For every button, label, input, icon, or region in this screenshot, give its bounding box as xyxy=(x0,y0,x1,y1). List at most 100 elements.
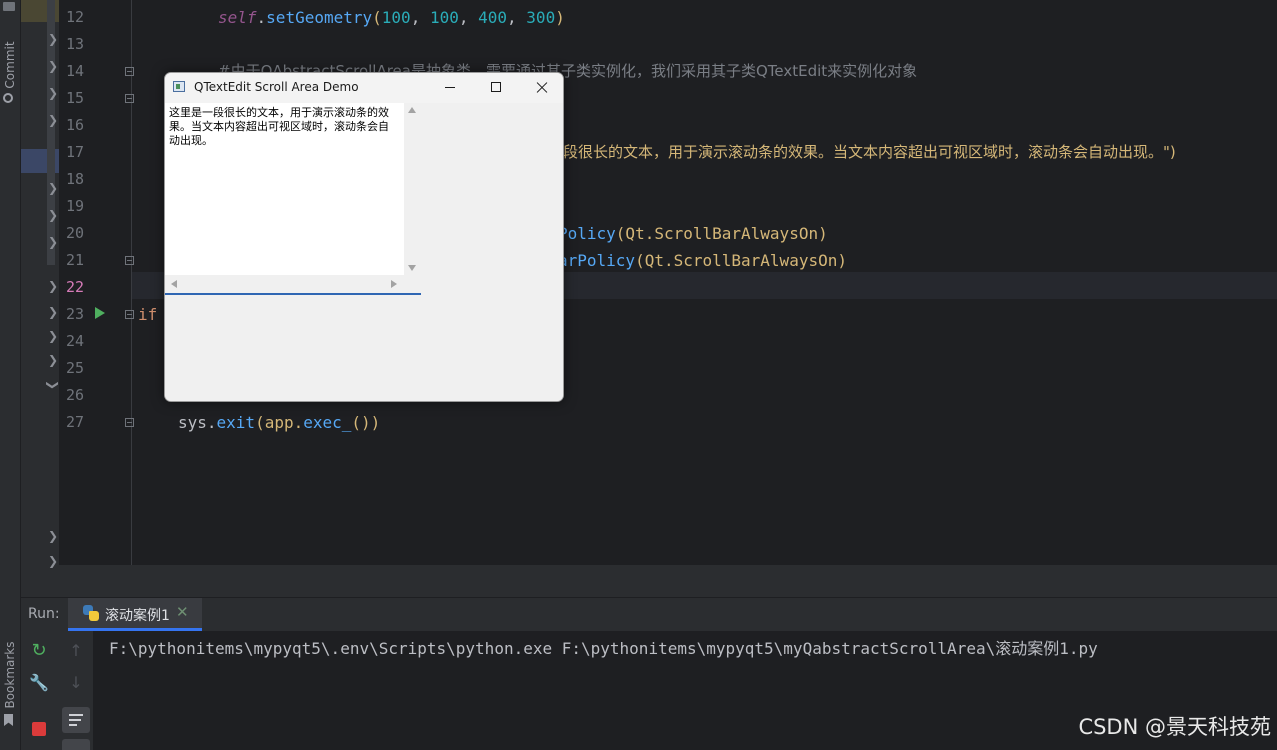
line-number: 27 xyxy=(65,413,84,431)
soft-wrap-icon[interactable] xyxy=(62,707,90,733)
text-edit[interactable]: 这里是一段很长的文本，用于演示滚动条的效果。当文本内容超出可视区域时，滚动条会自… xyxy=(165,103,421,295)
editor-horizontal-scrollbar[interactable] xyxy=(59,565,1277,572)
code-token: arPolicy xyxy=(558,251,636,270)
line-number: 12 xyxy=(65,8,84,26)
window-title: QTextEdit Scroll Area Demo xyxy=(194,80,359,94)
run-label: Run: xyxy=(28,606,60,622)
tree-chevron-right-icon[interactable]: ❯ xyxy=(48,182,58,194)
line-number: 25 xyxy=(65,359,84,377)
arrow-up-icon[interactable]: ↑ xyxy=(66,641,86,661)
commit-label: Commit xyxy=(3,41,17,89)
code-line-12: self.setGeometry(100, 100, 400, 300) xyxy=(218,4,565,31)
left-tool-strip: Commit Bookmarks xyxy=(0,0,21,750)
code-line-17-string: 段很长的文本，用于演示滚动条的效果。当文本内容超出可视区域时，滚动条会自动出现。… xyxy=(563,143,1176,161)
code-line-27: sys.exit(app.exec_()) xyxy=(178,409,380,436)
code-token: (Qt.ScrollBarAlwaysOn) xyxy=(615,224,828,243)
tree-chevron-right-icon[interactable]: ❯ xyxy=(48,87,58,99)
code-token: setGeometry xyxy=(266,8,373,27)
python-icon xyxy=(83,605,99,621)
code-token: self xyxy=(218,8,257,27)
code-token: (Qt.ScrollBarAlwaysOn) xyxy=(635,251,847,270)
stop-icon[interactable] xyxy=(32,722,46,736)
code-token: ( xyxy=(372,8,382,27)
window-client-area: 这里是一段很长的文本，用于演示滚动条的效果。当文本内容超出可视区域时，滚动条会自… xyxy=(165,103,563,401)
code-token: 100 xyxy=(429,8,459,27)
maximize-icon[interactable] xyxy=(473,73,519,103)
line-number: 13 xyxy=(65,35,84,53)
tree-chevron-right-icon[interactable]: ❯ xyxy=(48,114,58,126)
line-number: 21 xyxy=(65,251,84,269)
commit-icon[interactable] xyxy=(3,93,13,103)
editor-gutter: 12 13 14 15 16 17 18 19 20 21 22 23 24 2… xyxy=(59,0,134,572)
tree-chevron-right-icon[interactable]: ❯ xyxy=(48,555,58,567)
fold-marker-icon[interactable] xyxy=(125,418,134,427)
tree-chevron-right-icon[interactable]: ❯ xyxy=(48,330,58,342)
code-token: exit xyxy=(216,413,256,432)
bookmark-icon[interactable] xyxy=(4,714,13,726)
code-token: ) xyxy=(555,8,565,27)
line-number: 18 xyxy=(65,170,84,188)
line-number-current: 22 xyxy=(65,278,84,296)
line-number: 26 xyxy=(65,386,84,404)
close-tab-icon[interactable]: ✕ xyxy=(176,603,189,621)
line-number: 19 xyxy=(65,197,84,215)
tree-chevron-down-icon[interactable]: ❯ xyxy=(46,380,60,390)
scroll-down-arrow-icon[interactable] xyxy=(408,265,416,271)
rerun-icon[interactable]: ↻ xyxy=(29,641,49,661)
scroll-up-arrow-icon[interactable] xyxy=(408,107,416,113)
tree-chevron-right-icon[interactable]: ❯ xyxy=(48,306,58,318)
tree-chevron-right-icon[interactable]: ❯ xyxy=(48,33,58,45)
tree-chevron-right-icon[interactable]: ❯ xyxy=(48,236,58,248)
line-number: 14 xyxy=(65,62,84,80)
code-token: , xyxy=(458,8,479,27)
code-token: exec_ xyxy=(303,413,352,432)
close-icon[interactable] xyxy=(519,73,563,103)
line-number: 24 xyxy=(65,332,84,350)
tree-chevron-right-icon[interactable]: ❯ xyxy=(48,354,58,366)
tree-chevron-right-icon[interactable]: ❯ xyxy=(48,530,58,542)
tree-chevron-right-icon[interactable]: ❯ xyxy=(48,280,58,292)
run-toolbar: ↻ ↑ 🔧 ↓ xyxy=(21,631,93,750)
run-gutter-icon[interactable] xyxy=(95,307,105,319)
tree-chevron-right-icon[interactable]: ❯ xyxy=(48,209,58,221)
fold-marker-icon[interactable] xyxy=(125,67,134,76)
scroll-right-arrow-icon[interactable] xyxy=(391,280,397,288)
code-token: 400 xyxy=(478,8,508,27)
bookmarks-tool-tab[interactable]: Bookmarks xyxy=(0,640,20,710)
code-line-20: Policy(Qt.ScrollBarAlwaysOn) xyxy=(558,220,828,247)
text-edit-content[interactable]: 这里是一段很长的文本，用于演示滚动条的效果。当文本内容超出可视区域时，滚动条会自… xyxy=(169,106,399,148)
code-token: Policy xyxy=(558,224,616,243)
code-token: sys. xyxy=(178,413,217,432)
csdn-watermark: CSDN @景天科技苑 xyxy=(1078,715,1271,739)
fold-marker-icon[interactable] xyxy=(125,310,134,319)
code-token: , xyxy=(410,8,430,27)
code-token: . xyxy=(256,8,267,27)
commit-tool-tab[interactable]: Commit xyxy=(0,36,20,96)
project-icon[interactable] xyxy=(3,2,15,11)
line-number: 16 xyxy=(65,116,84,134)
horizontal-scrollbar[interactable] xyxy=(165,275,404,293)
run-tab-label[interactable]: 滚动案例1 xyxy=(105,605,170,625)
fold-marker-icon[interactable] xyxy=(125,256,134,265)
scroll-to-end-icon[interactable] xyxy=(62,739,90,750)
arrow-down-icon[interactable]: ↓ xyxy=(66,673,86,693)
code-token: , xyxy=(507,8,527,27)
line-number: 23 xyxy=(65,305,84,323)
window-titlebar[interactable]: QTextEdit Scroll Area Demo xyxy=(165,73,563,103)
bookmarks-label: Bookmarks xyxy=(3,641,17,709)
wrench-icon[interactable]: 🔧 xyxy=(29,673,49,693)
code-token: ()) xyxy=(351,413,381,432)
vertical-scrollbar[interactable] xyxy=(404,103,421,275)
line-number: 17 xyxy=(65,143,84,161)
console-command-line: F:\pythonitems\mypyqt5\.env\Scripts\pyth… xyxy=(109,639,1098,658)
code-token: 100 xyxy=(381,8,411,27)
fold-marker-icon[interactable] xyxy=(125,94,134,103)
demo-window[interactable]: QTextEdit Scroll Area Demo 这里是一段很长的文本，用于… xyxy=(164,72,564,402)
code-line-21: arPolicy(Qt.ScrollBarAlwaysOn) xyxy=(558,247,847,274)
run-panel-header: Run: 滚动案例1 ✕ xyxy=(21,597,1277,631)
minimize-icon[interactable] xyxy=(427,73,473,103)
tree-chevron-right-icon[interactable]: ❯ xyxy=(48,60,58,72)
scrollbar-corner xyxy=(404,275,421,293)
code-token: 300 xyxy=(526,8,556,27)
scroll-left-arrow-icon[interactable] xyxy=(171,280,177,288)
